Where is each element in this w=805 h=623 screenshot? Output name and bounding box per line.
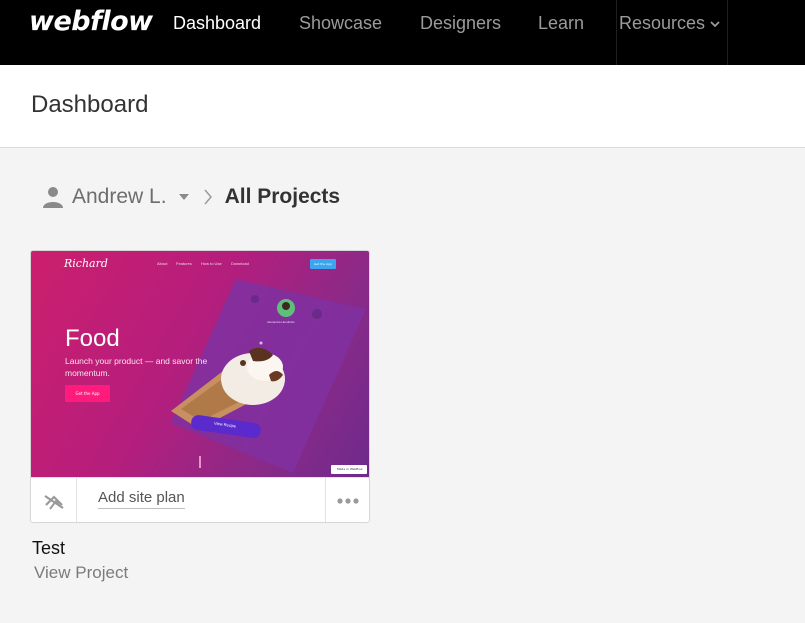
nav-showcase[interactable]: Showcase xyxy=(299,13,382,34)
breadcrumb-current: All Projects xyxy=(224,185,341,208)
site-plan-icon-cell[interactable] xyxy=(31,478,77,522)
chevron-right-icon xyxy=(203,189,212,205)
scroll-indicator xyxy=(199,456,201,468)
project-thumbnail[interactable]: Richard About Features How to Use Downlo… xyxy=(31,251,369,477)
top-nav: webflow Dashboard Showcase Designers Lea… xyxy=(0,0,805,65)
phone-name: Alexandra Hendricks xyxy=(267,320,295,324)
thumbnail-title: Food xyxy=(65,325,120,352)
add-site-plan-link[interactable]: Add site plan xyxy=(98,489,185,509)
nav-divider xyxy=(616,0,617,65)
page-title: Dashboard xyxy=(31,91,149,118)
nav-dashboard[interactable]: Dashboard xyxy=(173,13,261,34)
webflow-logo[interactable]: webflow xyxy=(29,6,153,37)
project-card-footer: Add site plan xyxy=(31,477,369,522)
nav-divider xyxy=(727,0,728,65)
view-project-link[interactable]: View Project xyxy=(34,563,128,583)
project-card[interactable]: Richard About Features How to Use Downlo… xyxy=(30,250,370,523)
user-icon xyxy=(43,187,63,208)
project-name[interactable]: Test xyxy=(32,538,65,559)
breadcrumb: Andrew L. All Projects xyxy=(43,182,340,212)
page-header: Dashboard xyxy=(0,65,805,148)
thumbnail-subtitle: Launch your product — and savor the mome… xyxy=(65,356,208,378)
nav-resources-label: Resources xyxy=(619,13,706,33)
caret-down-icon[interactable] xyxy=(178,194,189,200)
chevron-down-icon xyxy=(710,21,720,28)
thumbnail-button: Get the App xyxy=(65,385,110,402)
nav-designers[interactable]: Designers xyxy=(420,13,501,34)
no-plan-icon xyxy=(43,494,64,510)
nav-learn[interactable]: Learn xyxy=(538,13,584,34)
webflow-badge: Made in Webflow xyxy=(331,465,367,474)
breadcrumb-user[interactable]: Andrew L. xyxy=(72,185,167,209)
more-options-button[interactable] xyxy=(325,478,369,522)
more-icon xyxy=(336,497,359,504)
nav-resources[interactable]: Resources xyxy=(619,13,720,34)
